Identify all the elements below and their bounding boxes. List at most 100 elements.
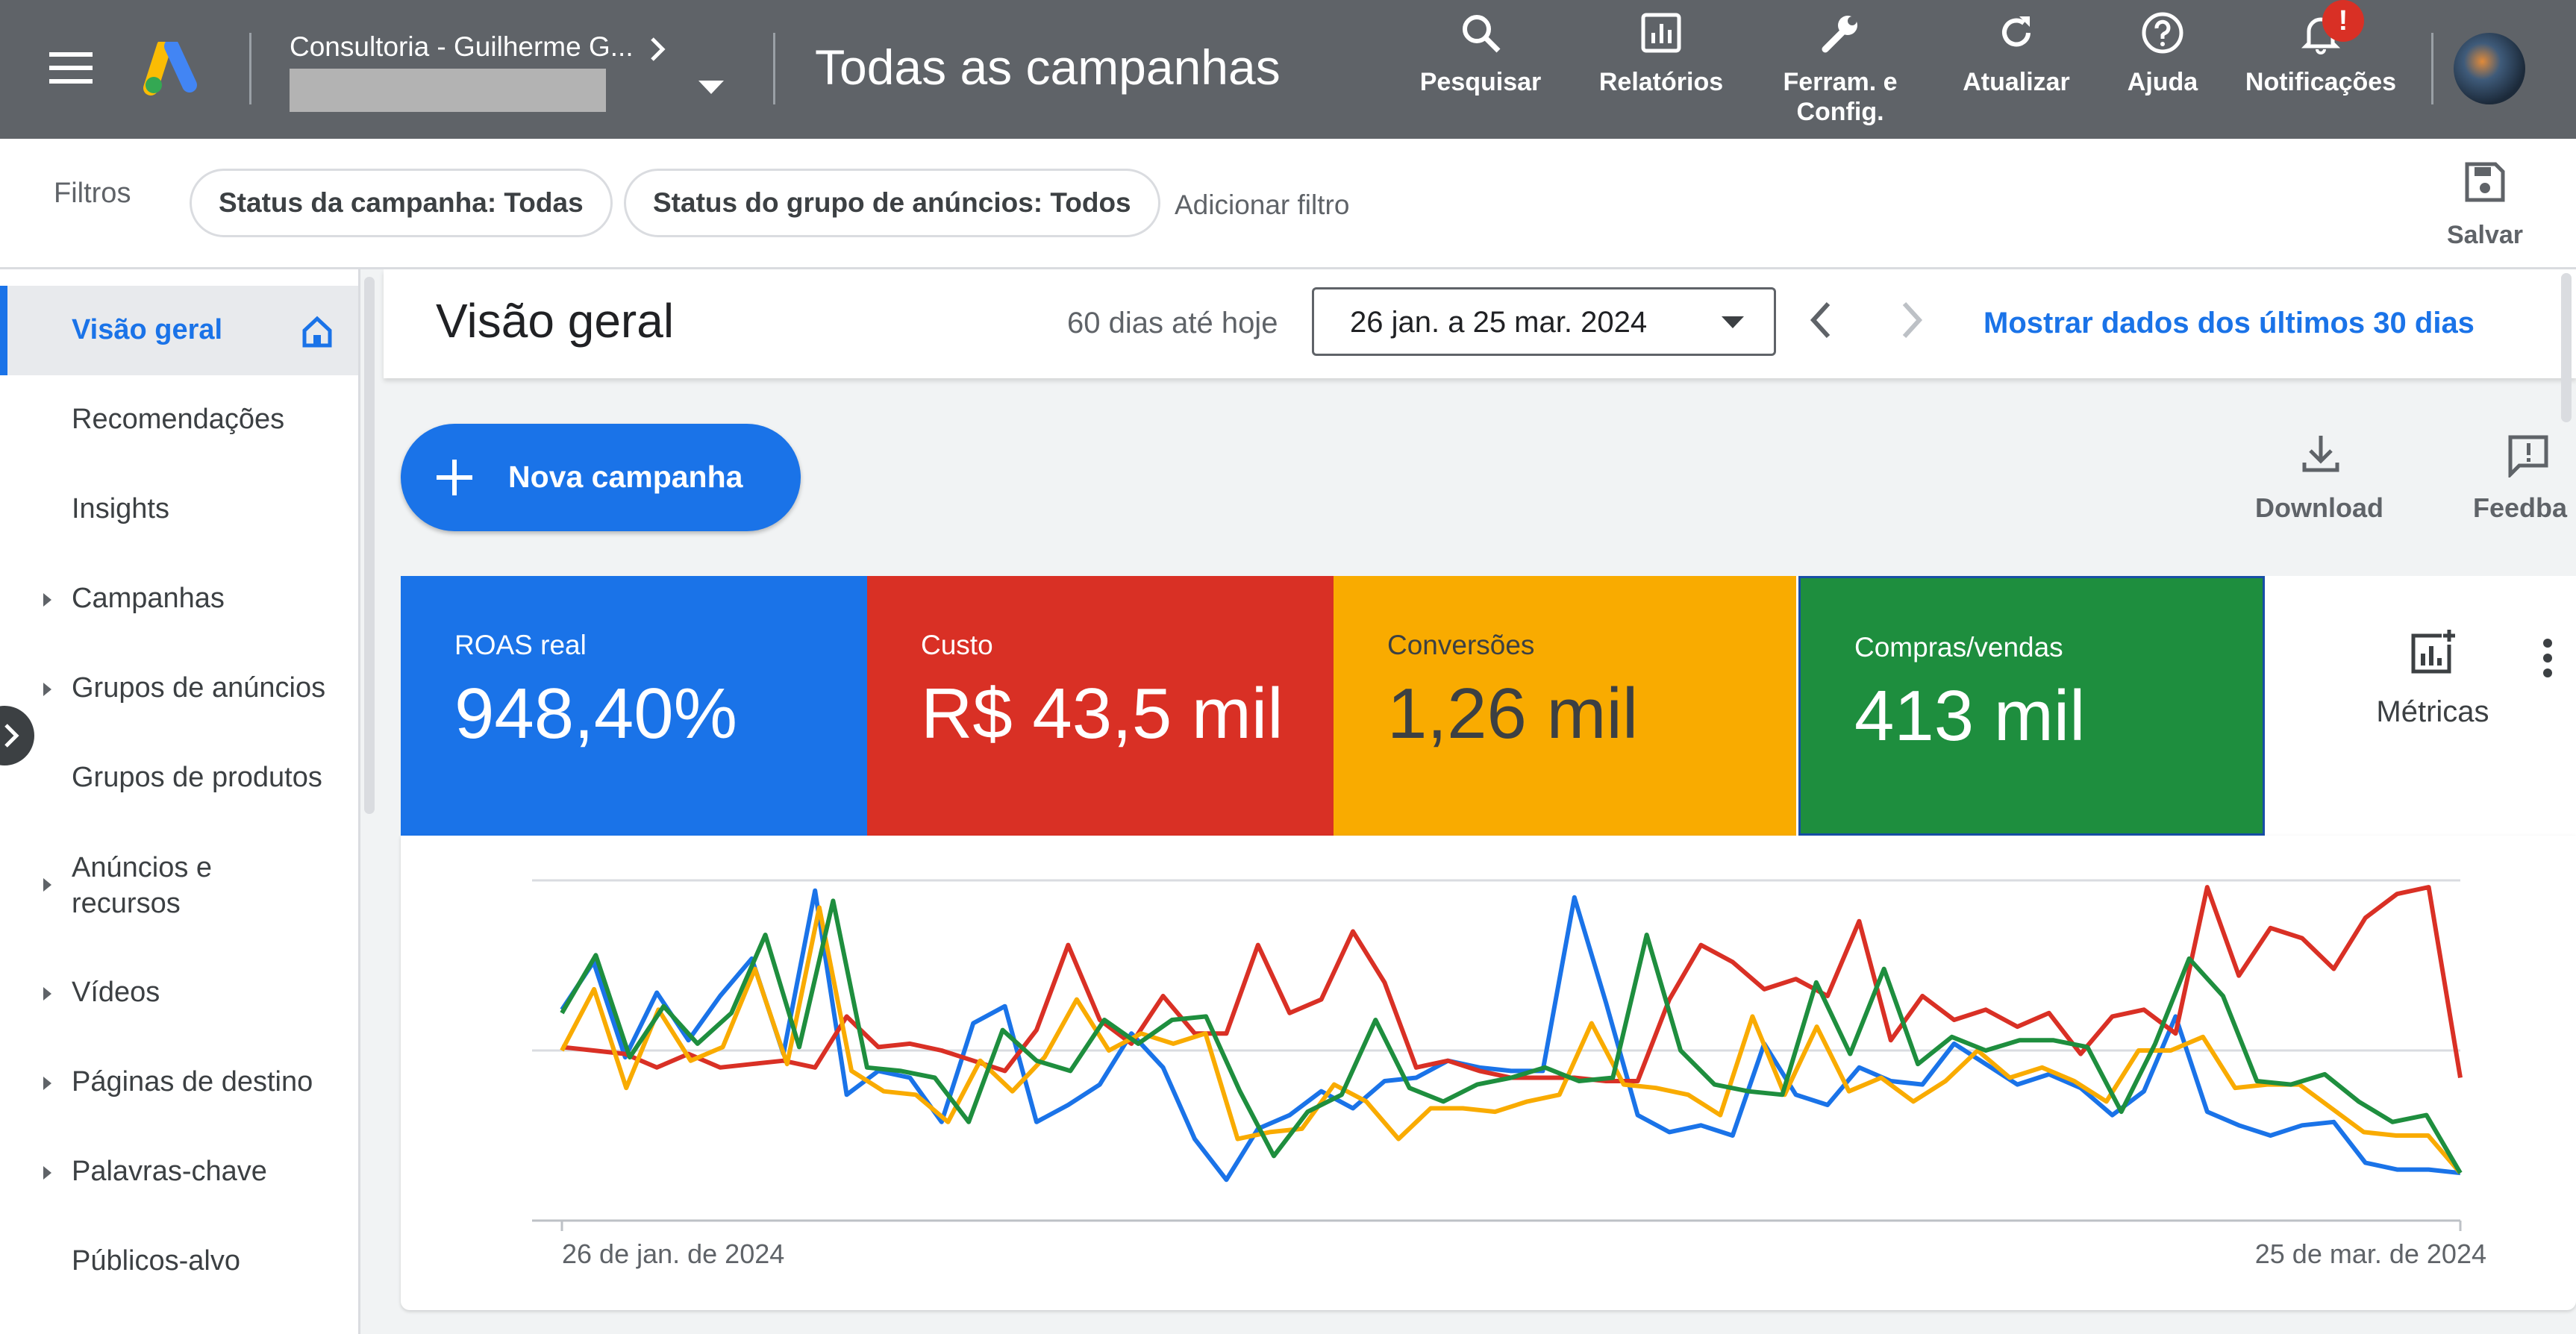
home-icon [302,316,332,348]
metric-card-roas[interactable]: ROAS real 948,40% [401,576,867,836]
sidebar-item-label: Páginas de destino [72,1066,313,1097]
search-button[interactable]: Pesquisar [1413,10,1548,97]
sidebar-item-label: Recomendações [72,404,285,435]
page-title: Todas as campanhas [815,40,1281,95]
sidebar-item-landing-pages[interactable]: Páginas de destino [0,1066,358,1102]
download-button[interactable]: Download [2245,433,2394,530]
metric-card-conversions[interactable]: Conversões 1,26 mil [1334,576,1796,836]
metric-card-value: 1,26 mil [1387,674,1639,754]
metric-card-value: 413 mil [1854,676,2086,756]
feedback-label: Feedba [2473,492,2568,523]
metric-card-purchases[interactable]: Compras/vendas 413 mil [1798,576,2265,836]
expand-arrow-icon [43,987,51,1001]
expand-arrow-icon [43,878,51,892]
new-campaign-button[interactable]: Nova campanha [401,424,801,531]
expand-arrow-icon [43,1077,51,1090]
dropdown-arrow-icon[interactable] [698,81,724,95]
filter-chip-campaign-status[interactable]: Status da campanha: Todas [190,169,613,237]
sidebar-item-label: Públicos-alvo [72,1245,240,1277]
help-button[interactable]: Ajuda [2095,10,2230,97]
notifications-button[interactable]: Notificações [2231,10,2410,97]
wrench-icon [1822,16,1857,53]
save-button[interactable]: Salvar [2434,160,2536,249]
divider [249,33,251,104]
download-icon [2302,436,2339,472]
show-last-30-days-link[interactable]: Mostrar dados dos últimos 30 dias [1983,307,2475,340]
save-icon [2465,162,2505,202]
filter-chip-adgroup-status[interactable]: Status do grupo de anúncios: Todos [624,169,1160,237]
sidebar-item-label: Grupos de anúncios [72,672,326,704]
sidebar-scrollbar[interactable] [364,277,375,814]
search-label: Pesquisar [1419,68,1542,96]
series-line-2 [560,905,2463,1175]
feedback-button[interactable]: Feedba [2466,433,2576,530]
notifications-label: Notificações [2245,68,2397,96]
refresh-label: Atualizar [1963,68,2070,96]
sidebar-item-label: Anúncios e recursos [72,852,213,919]
previous-period-icon[interactable] [1804,298,1839,342]
sidebar-item-ad-groups[interactable]: Grupos de anúncios [0,672,358,708]
sidebar-item-recommendations[interactable]: Recomendações [0,404,358,439]
add-filter-button[interactable]: Adicionar filtro [1175,190,1349,221]
sidebar-item-keywords[interactable]: Palavras-chave [0,1156,358,1191]
overview-title: Visão geral [436,294,675,348]
more-options-icon[interactable] [2543,639,2554,679]
sidebar-item-label: Campanhas [72,583,225,614]
sidebar-item-label: Grupos de produtos [72,762,322,793]
feedback-icon [2508,435,2548,477]
save-label: Salvar [2446,221,2524,249]
reports-label: Relatórios [1598,68,1724,96]
date-range-picker[interactable]: 26 jan. a 25 mar. 2024 [1312,287,1776,356]
metric-card-label: Custo [921,630,993,660]
search-icon [1463,15,1501,53]
help-icon [2142,12,2183,54]
divider [2431,33,2433,104]
expand-arrow-icon [43,593,51,607]
metric-card-value: 948,40% [454,674,737,754]
refresh-icon [2002,16,2031,47]
help-label: Ajuda [2127,68,2198,96]
tools-settings-button[interactable]: Ferram. e Config. [1758,10,1922,127]
metric-card-label: ROAS real [454,630,587,660]
x-axis-end-label: 25 de mar. de 2024 [2254,1239,2486,1269]
sidebar-item-campaigns[interactable]: Campanhas [0,583,358,619]
chevron-right-icon[interactable] [646,34,669,64]
date-range-value: 26 jan. a 25 mar. 2024 [1350,306,1648,339]
metric-card-label: Compras/vendas [1854,632,2063,663]
expand-arrow-icon [43,1166,51,1180]
filters-label: Filtros [54,178,131,209]
new-campaign-label: Nova campanha [508,460,743,494]
date-range-caption: 60 dias até hoje [1067,307,1278,339]
add-chart-icon [2411,630,2455,674]
account-selector[interactable]: Consultoria - Guilherme G... [290,27,737,116]
sidebar-item-overview[interactable]: Visão geral [0,314,358,350]
metrics-button[interactable]: Métricas [2351,628,2515,733]
notification-badge: ! [2322,0,2364,42]
sidebar-item-label: Vídeos [72,977,160,1008]
download-label: Download [2255,492,2383,523]
metrics-label: Métricas [2376,695,2489,728]
reports-icon [1641,13,1681,53]
divider [773,33,775,104]
google-ads-logo-icon[interactable] [142,42,201,95]
next-period-icon[interactable] [1894,298,1928,342]
metric-card-cost[interactable]: Custo R$ 43,5 mil [867,576,1334,836]
chevron-right-icon [4,724,19,748]
menu-icon[interactable] [49,52,93,84]
sidebar-item-product-groups[interactable]: Grupos de produtos [0,762,358,798]
x-axis-start-label: 26 de jan. de 2024 [562,1239,785,1269]
metric-card-value: R$ 43,5 mil [921,674,1284,754]
sidebar-item-insights[interactable]: Insights [0,493,358,529]
avatar[interactable] [2454,33,2525,104]
overview-header: Visão geral 60 dias até hoje 26 jan. a 2… [384,269,2576,378]
sidebar-item-videos[interactable]: Vídeos [0,977,358,1012]
refresh-button[interactable]: Atualizar [1949,10,2083,97]
performance-chart: 26 de jan. de 2024 25 de mar. de 2024 [401,836,2576,1310]
reports-button[interactable]: Relatórios [1594,10,1728,97]
content-scrollbar[interactable] [2561,273,2572,422]
sidebar-item-audiences[interactable]: Públicos-alvo [0,1245,358,1281]
account-name: Consultoria - Guilherme G... [290,31,634,62]
sidebar-item-ads-assets[interactable]: Anúncios e recursos [0,850,358,921]
plus-icon [437,460,472,495]
dropdown-arrow-icon [1722,316,1744,328]
